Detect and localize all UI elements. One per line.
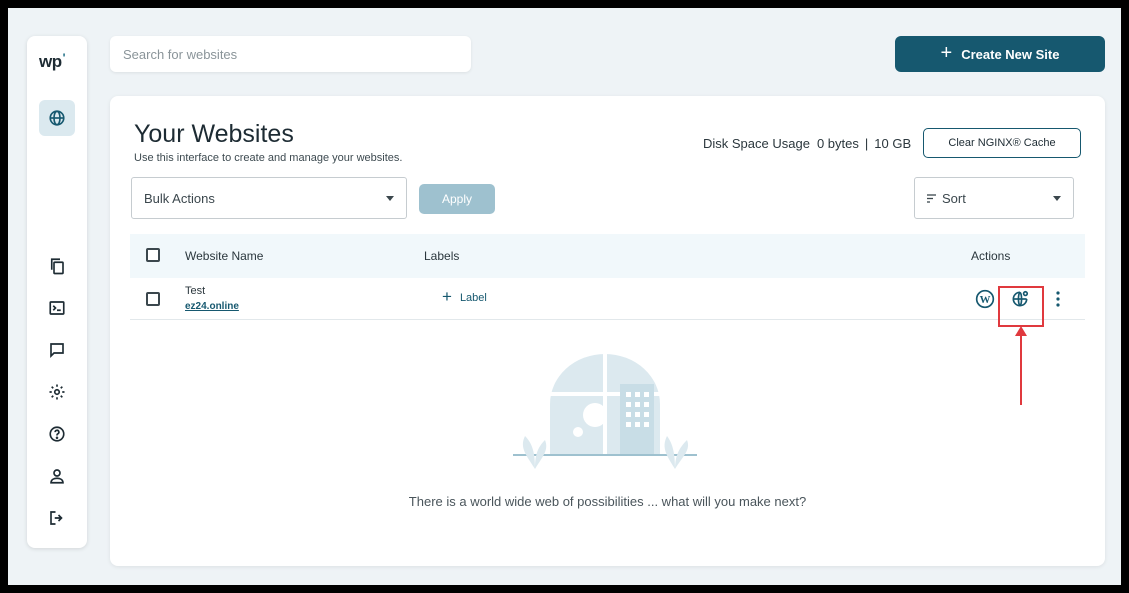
- chat-icon: [50, 343, 64, 358]
- chevron-down-icon: [386, 195, 394, 201]
- add-label-button[interactable]: + Label: [442, 287, 487, 306]
- create-new-site-label: Create New Site: [961, 46, 1060, 62]
- row-checkbox[interactable]: [146, 292, 160, 306]
- help-icon: [49, 426, 65, 442]
- copy-icon: [50, 258, 64, 275]
- terminal-icon: [49, 301, 65, 315]
- sidebar-item-account[interactable]: [47, 466, 67, 486]
- column-header-actions: Actions: [971, 249, 1011, 263]
- search-input[interactable]: [110, 36, 471, 72]
- logo-accent: ': [62, 51, 66, 65]
- column-header-website-name: Website Name: [185, 249, 264, 263]
- more-vertical-icon: [1056, 291, 1060, 307]
- sidebar-item-logout[interactable]: [47, 508, 67, 528]
- highlight-annotation-box: [998, 286, 1044, 327]
- create-new-site-button[interactable]: + Create New Site: [895, 36, 1105, 72]
- disk-usage-total: 10 GB: [874, 136, 912, 151]
- plus-icon: +: [940, 42, 953, 64]
- select-all-checkbox[interactable]: [146, 248, 160, 262]
- wordpress-admin-button[interactable]: W: [974, 288, 996, 310]
- sort-select[interactable]: Sort: [914, 177, 1074, 219]
- svg-text:W: W: [980, 294, 991, 306]
- wordpress-icon: W: [975, 289, 995, 309]
- bulk-actions-select[interactable]: Bulk Actions: [131, 177, 407, 219]
- website-domain-link[interactable]: ez24.online: [185, 301, 239, 312]
- sort-icon: [927, 193, 936, 203]
- user-icon: [50, 469, 64, 484]
- empty-state-message: There is a world wide web of possibiliti…: [408, 494, 807, 509]
- logo-text: wp: [39, 52, 62, 71]
- globe-icon: [49, 110, 65, 126]
- gear-icon: [49, 384, 65, 400]
- plus-icon: +: [442, 287, 452, 306]
- page-title: Your Websites: [134, 120, 294, 148]
- sidebar-item-files[interactable]: [47, 256, 67, 276]
- disk-usage-used: 0 bytes: [816, 136, 859, 151]
- add-label-text: Label: [459, 291, 487, 304]
- app-frame: wp' + Create New Site Your: [8, 8, 1121, 585]
- sidebar: wp': [27, 36, 87, 548]
- column-header-labels: Labels: [424, 249, 460, 263]
- annotation-arrow-line: [1020, 334, 1022, 405]
- apply-button[interactable]: Apply: [419, 184, 495, 214]
- app-logo[interactable]: wp': [39, 51, 66, 72]
- table-header: Website Name Labels Actions: [130, 234, 1085, 278]
- sidebar-item-terminal[interactable]: [47, 298, 67, 318]
- more-options-button[interactable]: [1047, 288, 1069, 310]
- bulk-actions-label: Bulk Actions: [144, 190, 215, 206]
- websites-panel: Your Websites Use this interface to crea…: [110, 96, 1105, 566]
- sidebar-item-messages[interactable]: [47, 340, 67, 360]
- sidebar-item-help[interactable]: [47, 424, 67, 444]
- sidebar-item-settings[interactable]: [47, 382, 67, 402]
- chevron-down-icon: [1053, 195, 1061, 201]
- table-row: Test ez24.online + Label W: [130, 278, 1085, 320]
- logout-icon: [50, 511, 63, 525]
- empty-state-illustration: [513, 352, 697, 469]
- disk-usage-label: Disk Space Usage: [703, 136, 810, 151]
- disk-usage: Disk Space Usage 0 bytes | 10 GB: [703, 136, 911, 151]
- clear-nginx-cache-button[interactable]: Clear NGINX® Cache: [923, 128, 1081, 158]
- website-name: Test: [185, 285, 206, 297]
- disk-usage-separator: |: [864, 136, 869, 151]
- sidebar-item-websites[interactable]: [39, 100, 75, 136]
- page-subtitle: Use this interface to create and manage …: [134, 152, 403, 164]
- sort-label: Sort: [942, 190, 966, 206]
